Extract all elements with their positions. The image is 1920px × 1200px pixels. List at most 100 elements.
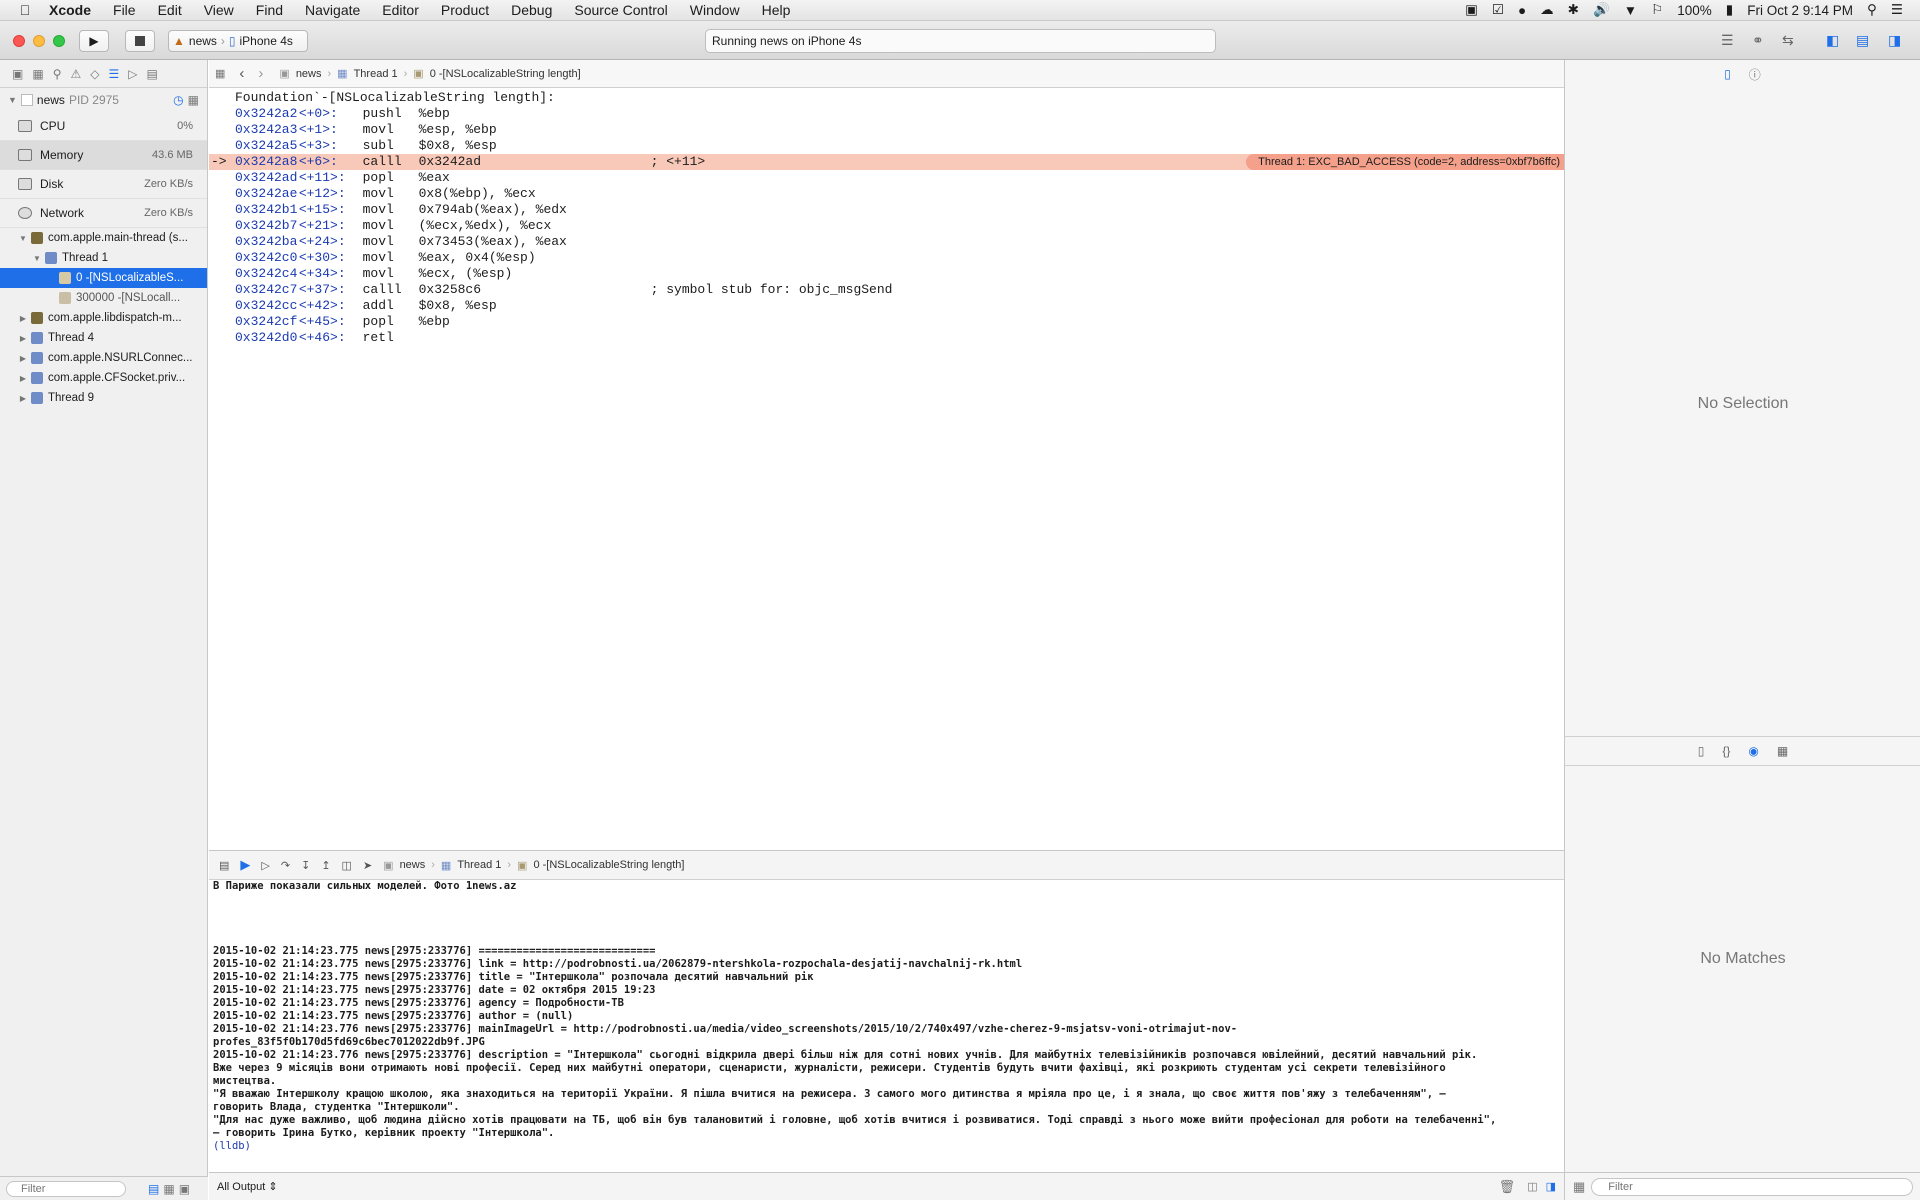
debug-navigator-icon[interactable]: ☰ bbox=[108, 67, 119, 81]
minimize-window-button[interactable] bbox=[33, 35, 45, 47]
breadcrumb-frame[interactable]: 0 -[NSLocalizableString length] bbox=[430, 68, 581, 80]
continue-icon[interactable]: ▷ bbox=[261, 859, 269, 872]
console-view-toggle-icon[interactable]: ◨ bbox=[1546, 1180, 1556, 1193]
thread-row[interactable]: ▶ com.apple.libdispatch-m... bbox=[0, 308, 207, 328]
instruction-row[interactable]: 0x3242cf <+45>: popl %ebp bbox=[209, 314, 1564, 330]
assistant-editor-icon[interactable]: ⚭ bbox=[1752, 32, 1764, 49]
checkmark-icon[interactable]: ☑ bbox=[1485, 2, 1511, 18]
toggle-utilities-icon[interactable]: ◨ bbox=[1888, 32, 1901, 49]
console-output[interactable]: В Париже показали сильных моделей. Фото … bbox=[209, 880, 1564, 1172]
menu-file[interactable]: File bbox=[102, 2, 147, 18]
quick-help-icon[interactable]: ⓘ bbox=[1749, 66, 1761, 83]
breadcrumb-thread[interactable]: Thread 1 bbox=[354, 68, 398, 80]
stop-button[interactable] bbox=[125, 30, 155, 52]
instruction-row[interactable]: 0x3242cc <+42>: addl $0x8, %esp bbox=[209, 298, 1564, 314]
zoom-window-button[interactable] bbox=[53, 35, 65, 47]
wifi-icon[interactable]: ▼ bbox=[1617, 3, 1644, 18]
close-window-button[interactable] bbox=[13, 35, 25, 47]
trash-icon[interactable]: 🗑 bbox=[1499, 1179, 1516, 1195]
battery-percent[interactable]: 100% bbox=[1670, 3, 1719, 18]
step-into-icon[interactable]: ↧ bbox=[301, 859, 310, 872]
breakpoint-navigator-icon[interactable]: ▷ bbox=[128, 67, 137, 81]
instruction-row[interactable]: 0x3242c4 <+34>: movl %ecx, (%esp) bbox=[209, 266, 1564, 282]
menu-help[interactable]: Help bbox=[751, 2, 802, 18]
instruction-row[interactable]: 0x3242d0 <+46>: retl bbox=[209, 330, 1564, 346]
variables-view-toggle-icon[interactable]: ◫ bbox=[1527, 1180, 1537, 1193]
debug-crumb-thread[interactable]: Thread 1 bbox=[457, 859, 501, 871]
instruction-row[interactable]: 0x3242ae <+12>: movl 0x8(%ebp), %ecx bbox=[209, 186, 1564, 202]
object-library-icon[interactable]: ◉ bbox=[1748, 744, 1758, 758]
find-navigator-icon[interactable]: ⚲ bbox=[53, 67, 62, 81]
apple-menu-icon[interactable]:  bbox=[12, 2, 38, 18]
filter-stack-icon[interactable]: ▦ bbox=[163, 1182, 174, 1196]
menu-editor[interactable]: Editor bbox=[371, 2, 430, 18]
lldb-prompt[interactable]: (lldb) bbox=[213, 1140, 1564, 1153]
instruction-row[interactable]: -> 0x3242a8 <+6>: calll 0x3242ad ; <+11> Thr… bbox=[209, 154, 1564, 170]
disclosure-closed-icon[interactable]: ▶ bbox=[18, 354, 28, 363]
menu-product[interactable]: Product bbox=[430, 2, 500, 18]
flag-icon[interactable]: ⚐ bbox=[1644, 2, 1670, 18]
disclosure-closed-icon[interactable]: ▶ bbox=[18, 334, 28, 343]
disclosure-open-icon[interactable]: ▼ bbox=[32, 254, 42, 263]
stack-frame-row[interactable]: 0 -[NSLocalizableS... bbox=[0, 268, 207, 288]
status-menu-icon[interactable]: ▣ bbox=[1458, 2, 1485, 18]
library-filter-input[interactable] bbox=[1591, 1177, 1913, 1196]
disclosure-closed-icon[interactable]: ▶ bbox=[18, 374, 28, 383]
version-editor-icon[interactable]: ⇆ bbox=[1782, 32, 1794, 49]
menu-window[interactable]: Window bbox=[679, 2, 751, 18]
test-navigator-icon[interactable]: ◇ bbox=[90, 67, 99, 81]
instruction-row[interactable]: 0x3242a2 <+0>: pushl %ebp bbox=[209, 106, 1564, 122]
menu-navigate[interactable]: Navigate bbox=[294, 2, 371, 18]
thread-row[interactable]: ▶ com.apple.CFSocket.priv... bbox=[0, 368, 207, 388]
run-button[interactable]: ▶ bbox=[79, 30, 109, 52]
scheme-selector[interactable]: ▲ news › ▯ iPhone 4s bbox=[168, 30, 308, 52]
menu-app[interactable]: Xcode bbox=[38, 2, 102, 18]
hide-debug-area-icon[interactable]: ▤ bbox=[219, 859, 229, 872]
disassembly-view[interactable]: Foundation`-[NSLocalizableString length]… bbox=[209, 88, 1564, 346]
gauge-cpu[interactable]: CPU 0% bbox=[0, 112, 207, 141]
debug-crumb-project[interactable]: news bbox=[400, 859, 426, 871]
gauge-network[interactable]: Network Zero KB/s bbox=[0, 199, 207, 228]
instruction-row[interactable]: 0x3242c0 <+30>: movl %eax, 0x4(%esp) bbox=[209, 250, 1564, 266]
debug-crumb-frame[interactable]: 0 -[NSLocalizableString length] bbox=[533, 859, 684, 871]
instruction-row[interactable]: 0x3242c7 <+37>: calll 0x3258c6 ; symbol st… bbox=[209, 282, 1564, 298]
view-hierarchy-icon[interactable]: ◫ bbox=[342, 859, 352, 872]
thread-row[interactable]: ▶ com.apple.NSURLConnec... bbox=[0, 348, 207, 368]
instruction-row[interactable]: 0x3242a3 <+1>: movl %esp, %ebp bbox=[209, 122, 1564, 138]
file-template-icon[interactable]: ▯ bbox=[1698, 744, 1705, 758]
breakpoints-toggle-icon[interactable]: ▶ bbox=[240, 857, 250, 873]
instruction-row[interactable]: 0x3242b7 <+21>: movl (%ecx,%edx), %ecx bbox=[209, 218, 1564, 234]
bluetooth-icon[interactable]: ✱ bbox=[1561, 2, 1586, 18]
code-snippet-icon[interactable]: {} bbox=[1722, 744, 1730, 758]
instruction-row[interactable]: 0x3242b1 <+15>: movl 0x794ab(%eax), %edx bbox=[209, 202, 1564, 218]
symbol-navigator-icon[interactable]: ▦ bbox=[32, 67, 43, 81]
forward-button[interactable]: › bbox=[258, 65, 263, 82]
grid-view-icon[interactable]: ▦ bbox=[1573, 1179, 1585, 1195]
filter-crashed-threads-icon[interactable]: ▤ bbox=[148, 1182, 159, 1196]
thread-row[interactable]: ▼ com.apple.main-thread (s... bbox=[0, 228, 207, 248]
menu-source-control[interactable]: Source Control bbox=[563, 2, 678, 18]
spotlight-icon[interactable]: ⚲ bbox=[1860, 2, 1884, 18]
gauge-memory[interactable]: Memory 43.6 MB bbox=[0, 141, 207, 170]
notification-center-icon[interactable]: ☰ bbox=[1884, 2, 1910, 18]
toggle-debug-area-icon[interactable]: ▤ bbox=[1856, 32, 1869, 49]
disclosure-closed-icon[interactable]: ▶ bbox=[18, 314, 28, 323]
standard-editor-icon[interactable]: ☰ bbox=[1721, 32, 1734, 49]
file-inspector-icon[interactable]: ▯ bbox=[1724, 67, 1731, 81]
issue-navigator-icon[interactable]: ⚠ bbox=[70, 67, 81, 81]
media-library-icon[interactable]: ▦ bbox=[1777, 744, 1788, 758]
disclosure-closed-icon[interactable]: ▶ bbox=[18, 394, 28, 403]
location-icon[interactable]: ➤ bbox=[363, 859, 372, 872]
menu-view[interactable]: View bbox=[193, 2, 245, 18]
disclosure-open-icon[interactable]: ▼ bbox=[18, 234, 28, 243]
instruction-row[interactable]: 0x3242ad <+11>: popl %eax bbox=[209, 170, 1564, 186]
report-navigator-icon[interactable]: ▤ bbox=[146, 67, 157, 81]
back-button[interactable]: ‹ bbox=[239, 65, 244, 82]
clock[interactable]: Fri Oct 2 9:14 PM bbox=[1740, 3, 1860, 18]
process-row[interactable]: ▼ news PID 2975 ◷ ▦ bbox=[0, 88, 207, 112]
step-over-icon[interactable]: ↷ bbox=[281, 859, 290, 872]
notification-icon[interactable]: ● bbox=[1511, 3, 1533, 18]
project-navigator-icon[interactable]: ▣ bbox=[12, 67, 23, 81]
crash-annotation[interactable]: Thread 1: EXC_BAD_ACCESS (code=2, addres… bbox=[1246, 154, 1564, 170]
volume-icon[interactable]: 🔊 bbox=[1586, 2, 1617, 18]
